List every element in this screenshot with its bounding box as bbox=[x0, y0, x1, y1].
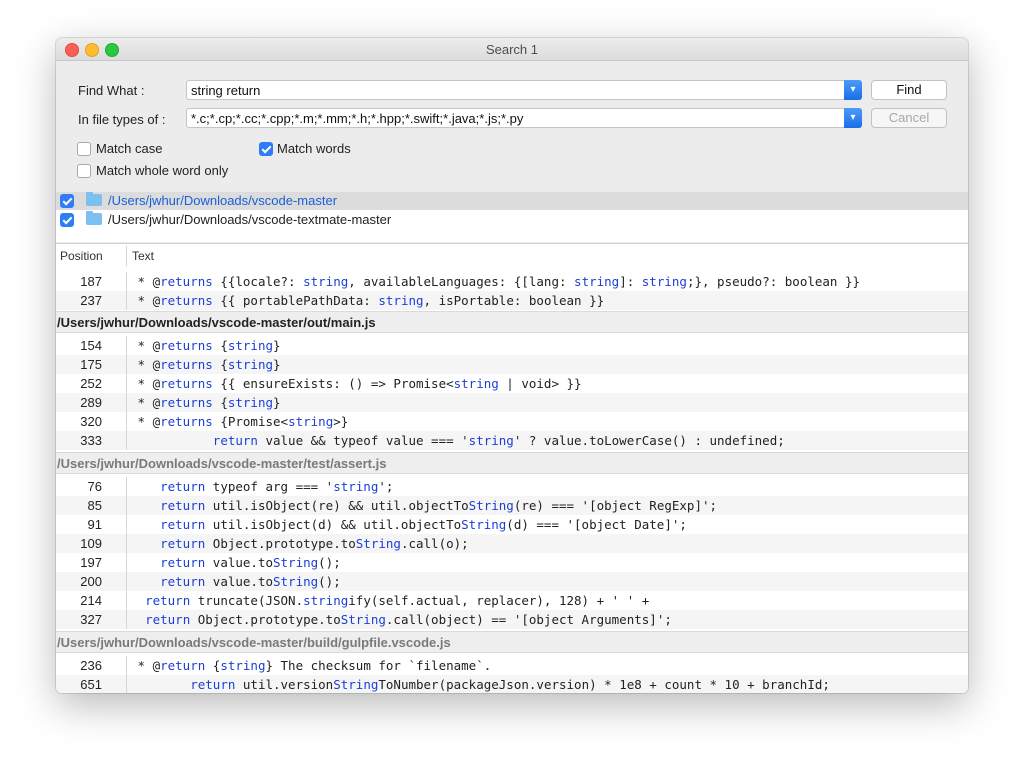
result-position: 187 bbox=[80, 274, 102, 289]
result-text: return typeof arg === 'string'; bbox=[160, 479, 394, 494]
result-text: return util.isObject(re) && util.objectT… bbox=[160, 498, 718, 513]
result-text: return util.isObject(d) && util.objectTo… bbox=[160, 517, 687, 532]
result-text: return value.toString(); bbox=[160, 574, 341, 589]
result-position: 327 bbox=[80, 612, 102, 627]
result-text: * @returns {{ ensureExists: () => Promis… bbox=[130, 376, 582, 391]
result-row[interactable]: 91 return util.isObject(d) && util.objec… bbox=[56, 515, 968, 534]
results-list: 187 * @returns {{locale?: string, availa… bbox=[56, 268, 968, 693]
result-position: 76 bbox=[87, 479, 102, 494]
column-divider[interactable] bbox=[126, 246, 127, 266]
folder-row[interactable]: /Users/jwhur/Downloads/vscode-master bbox=[56, 192, 968, 210]
result-row[interactable]: 289 * @returns {string} bbox=[56, 393, 968, 412]
result-position: 236 bbox=[80, 658, 102, 673]
match-case-label: Match case bbox=[96, 141, 163, 156]
result-text: * @returns {string} bbox=[130, 357, 281, 372]
match-case-checkbox[interactable] bbox=[77, 142, 91, 156]
file-group-path: /Users/jwhur/Downloads/vscode-master/out… bbox=[57, 315, 376, 330]
file-types-input[interactable]: *.c;*.cp;*.cc;*.cpp;*.m;*.mm;*.h;*.hpp;*… bbox=[191, 111, 837, 126]
result-text: return value && typeof value === 'string… bbox=[212, 433, 785, 448]
result-text: return Object.prototype.toString.call(o)… bbox=[160, 536, 469, 551]
folder-path: /Users/jwhur/Downloads/vscode-textmate-m… bbox=[108, 212, 392, 227]
folder-checkbox[interactable] bbox=[60, 194, 74, 208]
position-column-header[interactable]: Position bbox=[60, 249, 103, 263]
file-group-row[interactable]: /Users/jwhur/Downloads/vscode-master/tes… bbox=[56, 452, 968, 474]
result-row[interactable]: 154 * @returns {string} bbox=[56, 336, 968, 355]
result-position: 252 bbox=[80, 376, 102, 391]
result-row[interactable]: 85 return util.isObject(re) && util.obje… bbox=[56, 496, 968, 515]
folder-list: /Users/jwhur/Downloads/vscode-master /Us… bbox=[56, 192, 968, 242]
folder-row[interactable]: /Users/jwhur/Downloads/vscode-textmate-m… bbox=[56, 211, 968, 229]
search-window: Search 1 Find What : string return ▾ Fin… bbox=[56, 38, 968, 693]
file-types-combo[interactable]: *.c;*.cp;*.cc;*.cpp;*.m;*.mm;*.h;*.hpp;*… bbox=[186, 108, 862, 128]
result-row[interactable]: 327 return Object.prototype.toString.cal… bbox=[56, 610, 968, 629]
folder-icon bbox=[86, 192, 102, 206]
title-bar: Search 1 bbox=[56, 38, 968, 61]
window-title: Search 1 bbox=[485, 42, 539, 57]
match-words-checkbox[interactable] bbox=[259, 142, 273, 156]
result-row[interactable]: 197 return value.toString(); bbox=[56, 553, 968, 572]
file-types-label: In file types of : bbox=[78, 112, 166, 127]
result-position: 289 bbox=[80, 395, 102, 410]
result-text: return util.versionStringToNumber(packag… bbox=[190, 677, 830, 692]
result-text: * @returns {string} bbox=[130, 338, 281, 353]
result-row[interactable]: 252 * @returns {{ ensureExists: () => Pr… bbox=[56, 374, 968, 393]
result-row[interactable]: 109 return Object.prototype.toString.cal… bbox=[56, 534, 968, 553]
result-row[interactable]: 200 return value.toString(); bbox=[56, 572, 968, 591]
result-text: * @returns {{ portablePathData: string, … bbox=[130, 293, 605, 308]
result-position: 333 bbox=[80, 433, 102, 448]
result-row[interactable]: 236 * @return {string} The checksum for … bbox=[56, 656, 968, 675]
result-row[interactable]: 237 * @returns {{ portablePathData: stri… bbox=[56, 291, 968, 310]
match-whole-word-checkbox[interactable] bbox=[77, 164, 91, 178]
result-text: * @returns {{locale?: string, availableL… bbox=[130, 274, 861, 289]
result-position: 651 bbox=[80, 677, 102, 692]
result-position: 154 bbox=[80, 338, 102, 353]
find-what-input[interactable]: string return bbox=[191, 83, 837, 98]
find-what-dropdown-icon[interactable]: ▾ bbox=[844, 80, 862, 100]
result-position: 197 bbox=[80, 555, 102, 570]
file-group-row[interactable]: /Users/jwhur/Downloads/vscode-master/out… bbox=[56, 311, 968, 333]
match-whole-word-label: Match whole word only bbox=[96, 163, 229, 178]
file-types-dropdown-icon[interactable]: ▾ bbox=[844, 108, 862, 128]
folder-icon bbox=[86, 211, 102, 225]
result-text: * @returns {string} bbox=[130, 395, 281, 410]
result-text: * @return {string} The checksum for `fil… bbox=[130, 658, 492, 673]
find-button[interactable]: Find bbox=[871, 80, 947, 100]
result-row[interactable]: 76 return typeof arg === 'string'; bbox=[56, 477, 968, 496]
result-position: 320 bbox=[80, 414, 102, 429]
cancel-button[interactable]: Cancel bbox=[871, 108, 947, 128]
result-text: return truncate(JSON.stringify(self.actu… bbox=[145, 593, 650, 608]
match-words-label: Match words bbox=[277, 141, 351, 156]
result-position: 91 bbox=[87, 517, 102, 532]
result-text: * @returns {Promise<string>} bbox=[130, 414, 349, 429]
result-text: return Object.prototype.toString.call(ob… bbox=[145, 612, 672, 627]
result-row[interactable]: 214 return truncate(JSON.stringify(self.… bbox=[56, 591, 968, 610]
result-position: 214 bbox=[80, 593, 102, 608]
file-group-path: /Users/jwhur/Downloads/vscode-master/bui… bbox=[57, 635, 451, 650]
result-row[interactable]: 187 * @returns {{locale?: string, availa… bbox=[56, 272, 968, 291]
result-position: 200 bbox=[80, 574, 102, 589]
result-row[interactable]: 651 return util.versionStringToNumber(pa… bbox=[56, 675, 968, 693]
result-row[interactable]: 175 * @returns {string} bbox=[56, 355, 968, 374]
result-text: return value.toString(); bbox=[160, 555, 341, 570]
folder-path: /Users/jwhur/Downloads/vscode-master bbox=[108, 193, 338, 208]
file-group-row[interactable]: /Users/jwhur/Downloads/vscode-master/bui… bbox=[56, 631, 968, 653]
results-header: Position Text bbox=[56, 243, 968, 269]
find-what-combo[interactable]: string return ▾ bbox=[186, 80, 862, 100]
result-position: 237 bbox=[80, 293, 102, 308]
folder-checkbox[interactable] bbox=[60, 213, 74, 227]
text-column-header[interactable]: Text bbox=[132, 249, 154, 263]
result-row[interactable]: 320 * @returns {Promise<string>} bbox=[56, 412, 968, 431]
result-position: 175 bbox=[80, 357, 102, 372]
result-row[interactable]: 333 return value && typeof value === 'st… bbox=[56, 431, 968, 450]
file-group-path: /Users/jwhur/Downloads/vscode-master/tes… bbox=[57, 456, 387, 471]
result-position: 85 bbox=[87, 498, 102, 513]
result-position: 109 bbox=[80, 536, 102, 551]
find-what-label: Find What : bbox=[78, 83, 145, 98]
